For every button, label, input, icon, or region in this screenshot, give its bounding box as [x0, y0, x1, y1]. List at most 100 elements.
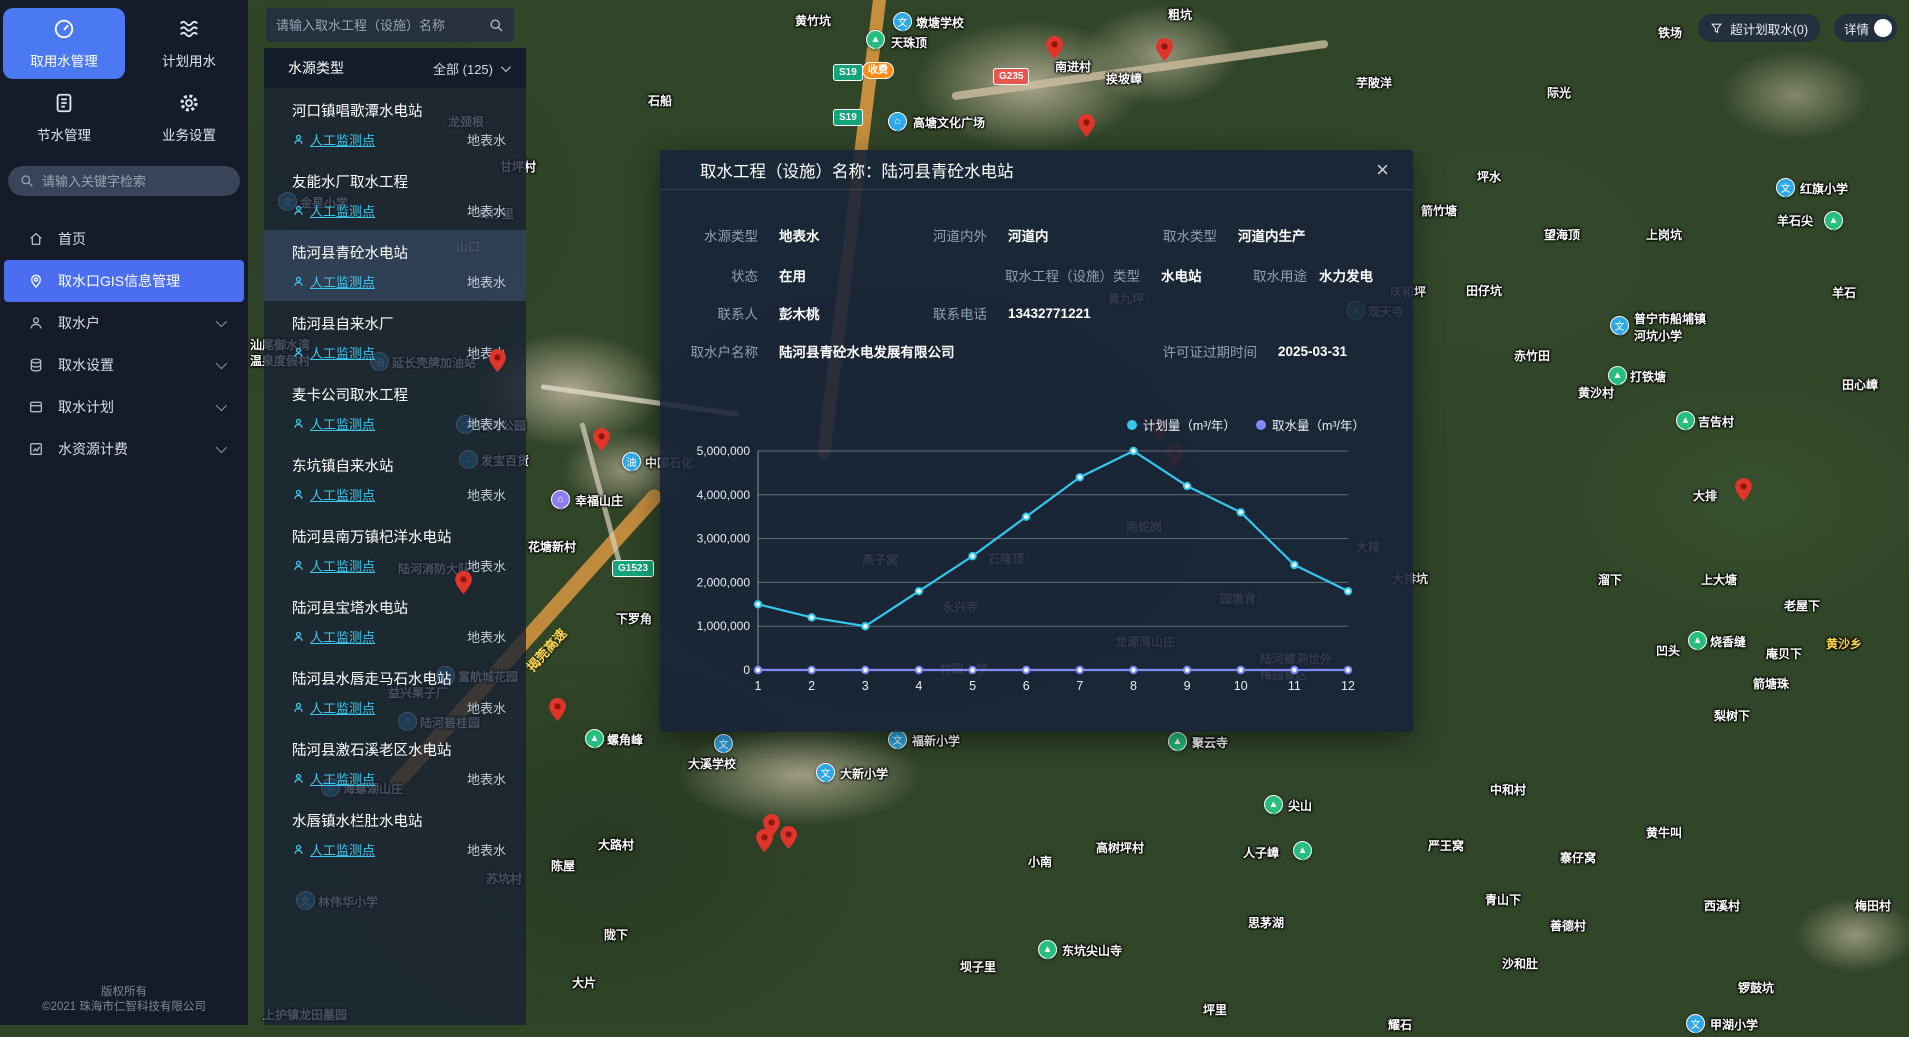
map-place-label: 凹头 [1656, 642, 1680, 659]
detail-toggle[interactable]: 详情 [1834, 14, 1897, 42]
monitor-point-link[interactable]: 人工监测点 [292, 343, 375, 362]
app-tile-label: 业务设置 [162, 124, 216, 144]
user-icon [28, 315, 44, 331]
monitor-point-link[interactable]: 人工监测点 [292, 201, 375, 220]
sidebar-search-input[interactable] [42, 174, 228, 189]
monitor-point-link[interactable]: 人工监测点 [292, 272, 375, 291]
facility-item-1[interactable]: 友能水厂取水工程人工监测点地表水 [264, 159, 526, 230]
sidebar-item-0[interactable]: 首页 [4, 218, 244, 260]
school-marker[interactable]: 文 [816, 763, 835, 782]
map-place-label: 望海顶 [1544, 226, 1580, 243]
monitor-point-link[interactable]: 人工监测点 [292, 840, 375, 859]
mountain-marker[interactable]: ▲ [585, 729, 604, 748]
app-tile-0[interactable]: 取用水管理 [3, 8, 125, 79]
monitor-point-link[interactable]: 人工监测点 [292, 698, 375, 717]
facility-search[interactable] [266, 8, 514, 42]
facility-item-0[interactable]: 河口镇唱歌潭水电站人工监测点地表水 [264, 88, 526, 159]
map-place-label: 西溪村 [1704, 897, 1740, 914]
facility-meta: 人工监测点地表水 [292, 343, 506, 362]
map-place-label: 芋陂洋 [1356, 74, 1392, 91]
plaza-marker[interactable]: ⌂ [888, 112, 907, 131]
villa-marker[interactable]: ⌂ [551, 490, 570, 509]
detail-row: 状态在用 取水工程（设施）类型水电站 取水用途水力发电 [660, 260, 1413, 290]
monitor-point-link[interactable]: 人工监测点 [292, 130, 375, 149]
svg-text:7: 7 [1076, 679, 1083, 693]
detail-row: 取水户名称陆河县青砼水电发展有限公司 许可证过期时间2025-03-31 [660, 336, 1413, 366]
map-place-label: 福新小学 [912, 732, 960, 749]
facility-item-7[interactable]: 陆河县宝塔水电站人工监测点地表水 [264, 585, 526, 656]
topbar: 超计划取水(0) 详情 [1698, 14, 1897, 42]
person-icon [292, 772, 305, 785]
red-pin-marker[interactable] [1156, 38, 1173, 61]
red-pin-marker[interactable] [489, 349, 506, 372]
mountain-marker[interactable]: ▲ [1264, 795, 1283, 814]
person-icon [292, 204, 305, 217]
sidebar-item-5[interactable]: 水资源计费 [4, 428, 244, 470]
close-icon[interactable]: × [1376, 156, 1389, 184]
facility-item-9[interactable]: 陆河县激石溪老区水电站人工监测点地表水 [264, 727, 526, 798]
app-tile-1[interactable]: 计划用水 [128, 8, 250, 79]
red-pin-marker[interactable] [593, 428, 610, 451]
facility-item-8[interactable]: 陆河县水唇走马石水电站人工监测点地表水 [264, 656, 526, 727]
red-pin-marker[interactable] [1735, 478, 1752, 501]
map-place-label: 大新小学 [840, 765, 888, 782]
facility-meta: 人工监测点地表水 [292, 627, 506, 646]
red-pin-marker[interactable] [549, 698, 566, 721]
map-place-label: 南进村 [1055, 58, 1091, 75]
sidebar-search[interactable] [8, 166, 240, 196]
app-tile-3[interactable]: 业务设置 [128, 82, 250, 153]
school-marker[interactable]: 文 [893, 12, 912, 31]
facility-item-10[interactable]: 水唇镇水栏肚水电站人工监测点地表水 [264, 798, 526, 869]
facility-meta: 人工监测点地表水 [292, 698, 506, 717]
mountain-marker[interactable]: ▲ [1676, 411, 1695, 430]
toggle-knob[interactable] [1874, 19, 1892, 37]
monitor-point-link[interactable]: 人工监测点 [292, 627, 375, 646]
red-pin-marker[interactable] [756, 829, 773, 852]
monitor-point-link[interactable]: 人工监测点 [292, 414, 375, 433]
red-pin-marker[interactable] [780, 826, 797, 849]
temple-marker[interactable]: ▲ [1168, 732, 1187, 751]
mountain-marker[interactable]: ▲ [866, 30, 885, 49]
facility-item-6[interactable]: 陆河县南万镇杞洋水电站人工监测点地表水 [264, 514, 526, 585]
chevron-down-icon [501, 62, 511, 72]
temple-marker[interactable]: ▲ [1038, 940, 1057, 959]
svg-text:6: 6 [1023, 679, 1030, 693]
monitor-point-link[interactable]: 人工监测点 [292, 485, 375, 504]
monitor-point-link[interactable]: 人工监测点 [292, 769, 375, 788]
water-type-label: 地表水 [467, 414, 506, 433]
filter-dropdown[interactable]: 全部 (125) [433, 59, 508, 78]
school-marker[interactable]: 文 [1776, 178, 1795, 197]
svg-text:3,000,000: 3,000,000 [697, 532, 751, 546]
sidebar-item-4[interactable]: 取水计划 [4, 386, 244, 428]
sidebar-item-2[interactable]: 取水户 [4, 302, 244, 344]
search-icon[interactable] [489, 18, 504, 33]
map-place-label: 黄牛叫 [1646, 824, 1682, 841]
facility-item-5[interactable]: 东坑镇自来水站人工监测点地表水 [264, 443, 526, 514]
person-icon [292, 346, 305, 359]
school-marker[interactable]: 文 [888, 730, 907, 749]
over-plan-button[interactable]: 超计划取水(0) [1698, 14, 1820, 42]
app-tile-2[interactable]: 节水管理 [3, 82, 125, 153]
map-place-label: 高树坪村 [1096, 839, 1144, 856]
facility-search-input[interactable] [276, 18, 489, 33]
school-marker[interactable]: 文 [1686, 1014, 1705, 1033]
mountain-marker[interactable]: ▲ [1293, 841, 1312, 860]
map-place-label: 老屋下 [1784, 597, 1820, 614]
red-pin-marker[interactable] [1046, 36, 1063, 59]
school-marker[interactable]: 文 [714, 734, 733, 753]
red-pin-marker[interactable] [1078, 114, 1095, 137]
sidebar-item-3[interactable]: 取水设置 [4, 344, 244, 386]
svg-text:11: 11 [1288, 679, 1301, 693]
sidebar-item-1[interactable]: 取水口GIS信息管理 [4, 260, 244, 302]
mountain-marker[interactable]: ▲ [1688, 631, 1707, 650]
red-pin-marker[interactable] [455, 571, 472, 594]
chart-icon [28, 441, 44, 457]
school-marker[interactable]: 文 [1610, 316, 1629, 335]
monitor-point-link[interactable]: 人工监测点 [292, 556, 375, 575]
gas-station-marker[interactable]: 油 [622, 452, 641, 471]
facility-item-4[interactable]: 麦卡公司取水工程人工监测点地表水 [264, 372, 526, 443]
facility-item-2[interactable]: 陆河县青砼水电站人工监测点地表水 [264, 230, 526, 301]
mountain-marker[interactable]: ▲ [1824, 211, 1843, 230]
mountain-marker[interactable]: ▲ [1608, 366, 1627, 385]
facility-item-3[interactable]: 陆河县自来水厂人工监测点地表水 [264, 301, 526, 372]
